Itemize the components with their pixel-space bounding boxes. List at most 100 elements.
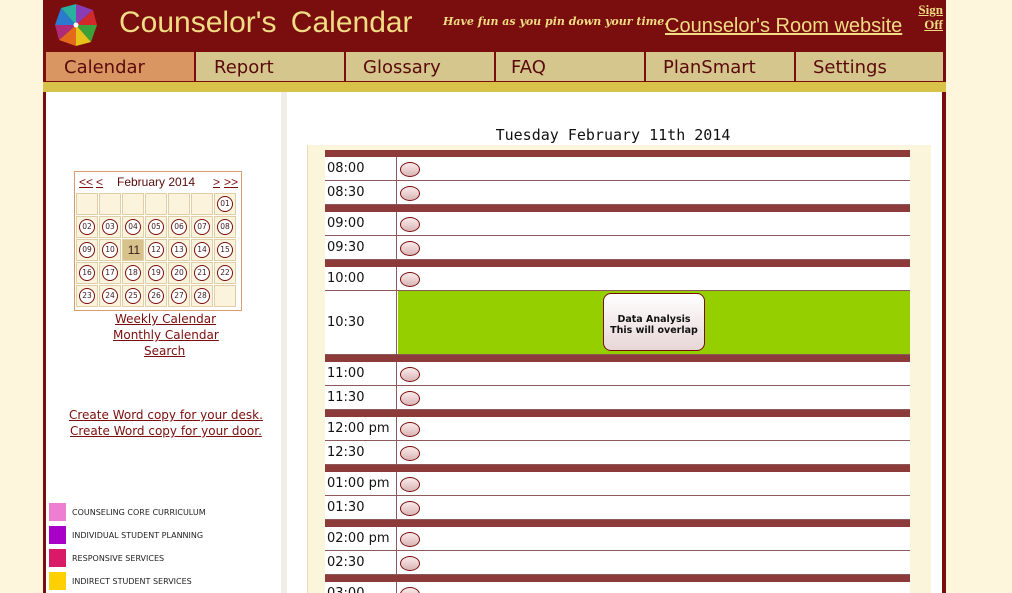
mini-calendar-day-number[interactable]: 13 xyxy=(171,242,187,258)
mini-calendar-day-cell[interactable]: 25 xyxy=(122,285,144,307)
mini-calendar-day-number[interactable]: 20 xyxy=(171,265,187,281)
mini-calendar-day-number[interactable]: 10 xyxy=(102,242,118,258)
mini-calendar-day-number[interactable]: 14 xyxy=(194,242,210,258)
mini-calendar-day-number[interactable]: 27 xyxy=(171,288,187,304)
add-event-button[interactable] xyxy=(400,532,420,547)
mini-calendar-day-number[interactable]: 08 xyxy=(217,219,233,235)
mini-calendar-day-cell[interactable]: 16 xyxy=(76,262,98,284)
mini-calendar-day-number[interactable]: 05 xyxy=(148,219,164,235)
mini-calendar-day-cell[interactable]: 27 xyxy=(168,285,190,307)
mini-calendar-day-cell[interactable]: 24 xyxy=(99,285,121,307)
add-event-button[interactable] xyxy=(400,272,420,287)
add-event-button[interactable] xyxy=(400,422,420,437)
sign-off-link[interactable]: Sign Off xyxy=(903,2,943,32)
mini-calendar-day-cell[interactable]: 14 xyxy=(191,239,213,261)
mini-calendar-day-cell[interactable]: 10 xyxy=(99,239,121,261)
mini-calendar-day-cell[interactable]: 01 xyxy=(214,193,236,215)
mini-calendar-today-cell[interactable]: 11 xyxy=(122,239,144,261)
legend-swatch xyxy=(49,549,66,567)
mini-calendar-day-number[interactable]: 12 xyxy=(148,242,164,258)
tab-settings[interactable]: Settings xyxy=(796,52,943,81)
left-border xyxy=(43,92,46,593)
next-month-link[interactable]: > xyxy=(213,175,220,189)
mini-calendar-day-cell[interactable]: 03 xyxy=(99,216,121,238)
time-slot-row: 11:00 xyxy=(325,362,910,386)
event-card[interactable]: Data Analysis This will overlap xyxy=(603,293,705,351)
add-event-button[interactable] xyxy=(400,391,420,406)
add-event-button[interactable] xyxy=(400,556,420,571)
mini-calendar-day-cell[interactable]: 28 xyxy=(191,285,213,307)
mini-calendar-day-cell[interactable]: 22 xyxy=(214,262,236,284)
next-year-link[interactable]: >> xyxy=(224,175,238,189)
mini-calendar-day-cell[interactable]: 08 xyxy=(214,216,236,238)
mini-calendar-day-number[interactable]: 06 xyxy=(171,219,187,235)
hour-divider xyxy=(325,575,910,582)
mini-calendar-day-cell[interactable]: 20 xyxy=(168,262,190,284)
add-event-button[interactable] xyxy=(400,501,420,516)
tab-report[interactable]: Report xyxy=(196,52,344,81)
tab-faq[interactable]: FAQ xyxy=(496,52,644,81)
tab-glossary[interactable]: Glossary xyxy=(346,52,494,81)
mini-calendar-day-number[interactable]: 24 xyxy=(102,288,118,304)
tab-calendar[interactable]: Calendar xyxy=(46,52,194,81)
mini-calendar-day-number[interactable]: 07 xyxy=(194,219,210,235)
mini-calendar-day-cell[interactable]: 13 xyxy=(168,239,190,261)
mini-calendar-day-number[interactable]: 01 xyxy=(217,196,233,212)
mini-calendar-day-number[interactable]: 04 xyxy=(125,219,141,235)
time-slot-text: 10:30 xyxy=(327,315,365,330)
mini-calendar-today-number[interactable]: 11 xyxy=(123,243,145,257)
time-slot-text: 01:30 xyxy=(327,500,365,515)
mini-calendar-day-number[interactable]: 16 xyxy=(79,265,95,281)
mini-calendar-day-cell[interactable]: 21 xyxy=(191,262,213,284)
mini-calendar-day-cell[interactable]: 26 xyxy=(145,285,167,307)
prev-year-link[interactable]: << xyxy=(79,175,93,189)
add-event-button[interactable] xyxy=(400,446,420,461)
mini-calendar-day-number[interactable]: 21 xyxy=(194,265,210,281)
hour-divider xyxy=(325,520,910,527)
mini-calendar-day-number[interactable]: 22 xyxy=(217,265,233,281)
mini-calendar-day-cell[interactable]: 17 xyxy=(99,262,121,284)
add-event-button[interactable] xyxy=(400,587,420,593)
mini-calendar-day-cell[interactable]: 15 xyxy=(214,239,236,261)
create-word-door-link[interactable]: Create Word copy for your door. xyxy=(70,424,262,438)
mini-calendar-day-cell[interactable]: 04 xyxy=(122,216,144,238)
mini-calendar-day-cell[interactable]: 09 xyxy=(76,239,98,261)
add-event-button[interactable] xyxy=(400,162,420,177)
search-link[interactable]: Search xyxy=(144,344,185,358)
mini-calendar-day-number[interactable]: 17 xyxy=(102,265,118,281)
add-event-button[interactable] xyxy=(400,186,420,201)
monthly-calendar-link[interactable]: Monthly Calendar xyxy=(113,328,219,342)
mini-calendar-day-cell[interactable]: 12 xyxy=(145,239,167,261)
time-slot-row: 10:00 xyxy=(325,267,910,291)
mini-calendar-day-cell[interactable]: 07 xyxy=(191,216,213,238)
event-block[interactable]: Data Analysis This will overlap xyxy=(398,291,910,354)
mini-calendar-day-cell[interactable]: 02 xyxy=(76,216,98,238)
add-event-button[interactable] xyxy=(400,241,420,256)
mini-calendar-day-number[interactable]: 15 xyxy=(217,242,233,258)
mini-calendar-day-cell[interactable]: 18 xyxy=(122,262,144,284)
mini-calendar-day-cell[interactable]: 05 xyxy=(145,216,167,238)
mini-calendar-day-number[interactable]: 09 xyxy=(79,242,95,258)
mini-calendar-day-cell[interactable]: 19 xyxy=(145,262,167,284)
mini-calendar-day-number[interactable]: 25 xyxy=(125,288,141,304)
mini-calendar-day-number[interactable]: 03 xyxy=(102,219,118,235)
counselors-room-website-link[interactable]: Counselor's Room website xyxy=(665,15,902,38)
mini-calendar-day-number[interactable]: 26 xyxy=(148,288,164,304)
add-event-button[interactable] xyxy=(400,477,420,492)
add-event-button[interactable] xyxy=(400,367,420,382)
mini-calendar-day-number[interactable]: 02 xyxy=(79,219,95,235)
mini-calendar-day-number[interactable]: 18 xyxy=(125,265,141,281)
mini-calendar-day-cell[interactable]: 23 xyxy=(76,285,98,307)
prev-month-link[interactable]: < xyxy=(96,175,103,189)
tab-plansmart[interactable]: PlanSmart xyxy=(646,52,794,81)
mini-calendar-day-number[interactable]: 23 xyxy=(79,288,95,304)
weekly-calendar-link[interactable]: Weekly Calendar xyxy=(115,312,216,326)
mini-calendar-day-cell[interactable]: 06 xyxy=(168,216,190,238)
mini-calendar-day-number[interactable]: 28 xyxy=(194,288,210,304)
time-slot-text: 03:00 xyxy=(327,586,364,593)
time-slot-row: 02:00 pm xyxy=(325,527,910,551)
mini-calendar-day-number[interactable]: 19 xyxy=(148,265,164,281)
create-word-desk-link[interactable]: Create Word copy for your desk. xyxy=(69,408,263,422)
tab-underline-strip xyxy=(43,82,946,92)
add-event-button[interactable] xyxy=(400,217,420,232)
